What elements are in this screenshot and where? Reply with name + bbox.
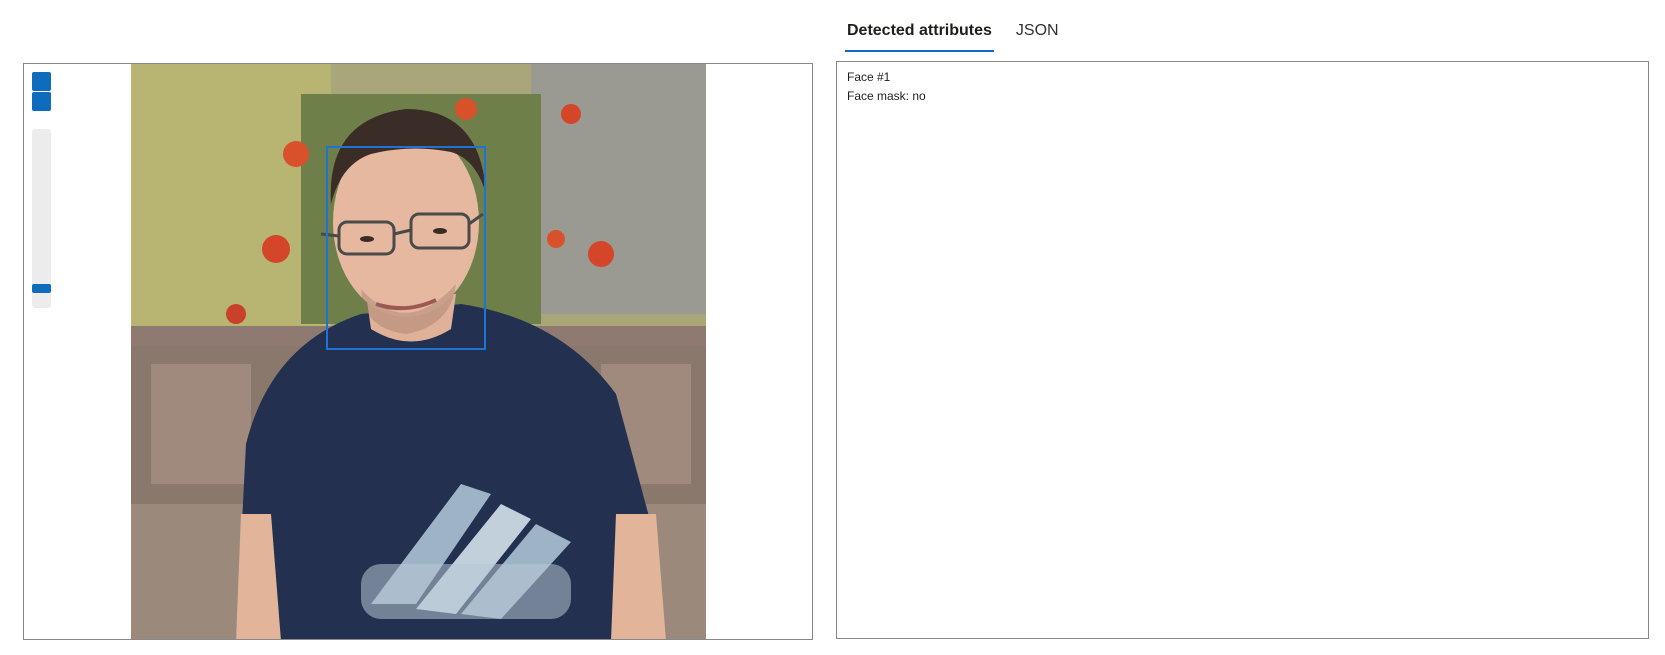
tab-detected-attributes[interactable]: Detected attributes — [845, 18, 994, 52]
zoom-in-button[interactable] — [32, 72, 51, 91]
face-detection-page: Detected attributes JSON Face #1 Face ma… — [0, 0, 1665, 655]
analyzed-photo — [131, 64, 706, 639]
tab-json[interactable]: JSON — [1014, 18, 1061, 52]
zoom-slider[interactable] — [32, 129, 51, 308]
face-bounding-box[interactable] — [326, 146, 486, 350]
result-tabs: Detected attributes JSON — [845, 18, 1061, 52]
image-viewer[interactable] — [23, 63, 813, 640]
result-face-mask: Face mask: no — [847, 89, 926, 103]
detected-attributes-panel: Face #1 Face mask: no — [836, 61, 1649, 639]
result-face-title: Face #1 — [847, 70, 891, 84]
zoom-slider-thumb[interactable] — [32, 284, 51, 293]
zoom-controls — [32, 72, 51, 112]
zoom-out-button[interactable] — [32, 92, 51, 111]
